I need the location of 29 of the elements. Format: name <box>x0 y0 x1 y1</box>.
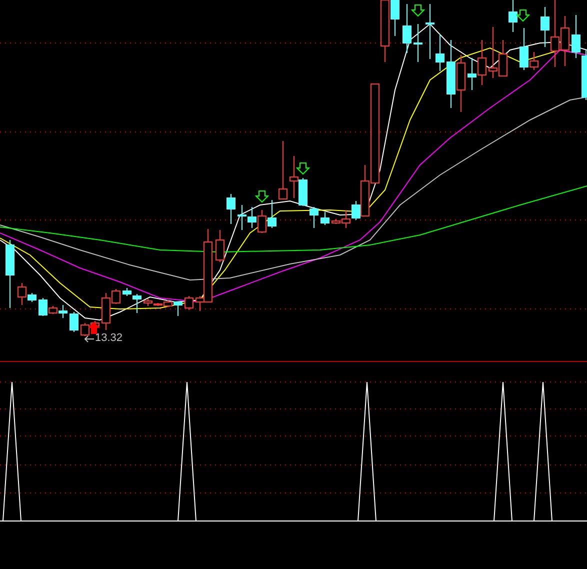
candlestick <box>498 40 508 76</box>
candlestick <box>268 200 276 228</box>
candlestick <box>456 54 466 112</box>
candlestick <box>320 212 330 226</box>
candlestick <box>508 0 518 32</box>
candlestick <box>478 40 486 86</box>
candlestick <box>468 58 476 90</box>
candlestick <box>446 40 456 108</box>
candlestick <box>560 16 570 66</box>
candlestick <box>414 24 422 62</box>
down-arrow-icon <box>410 4 426 17</box>
candlestick <box>226 194 236 224</box>
candlestick <box>402 4 412 54</box>
down-arrow-icon <box>254 190 270 203</box>
candlestick <box>258 210 266 234</box>
candlestick <box>310 206 318 228</box>
candlestick <box>216 230 224 262</box>
candlestick <box>238 204 246 230</box>
candlestick <box>278 140 288 200</box>
candlestick <box>488 26 498 78</box>
candlestick <box>248 206 256 228</box>
down-arrow-icon <box>516 10 530 22</box>
candlestick <box>70 312 78 332</box>
up-arrow-icon <box>88 322 100 334</box>
left-arrow-icon <box>84 334 94 342</box>
low-price-label: 13.32 <box>95 333 123 344</box>
candlestick <box>6 240 14 308</box>
down-arrow-icon <box>296 162 310 175</box>
candlestick <box>184 296 194 310</box>
